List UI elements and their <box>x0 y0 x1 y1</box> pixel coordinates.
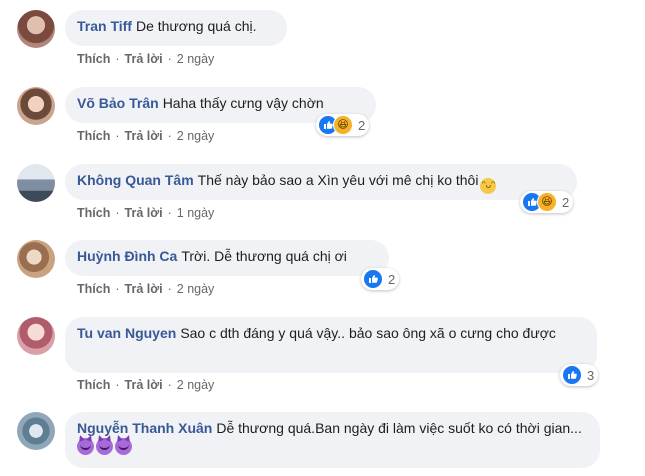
timestamp[interactable]: 2 ngày <box>177 129 215 143</box>
commenter-name[interactable]: Nguyễn Thanh Xuân <box>77 420 212 436</box>
commenter-name[interactable]: Võ Bảo Trân <box>77 95 159 111</box>
like-link[interactable]: Thích <box>77 129 110 143</box>
reaction-summary[interactable]: 2 <box>361 268 400 290</box>
avatar[interactable] <box>17 10 55 48</box>
reaction-summary[interactable]: 😆 2 <box>316 114 370 136</box>
reaction-summary[interactable]: 3 <box>560 364 599 386</box>
haha-icon: 😆 <box>333 115 353 135</box>
avatar[interactable] <box>17 164 55 202</box>
like-icon <box>562 365 582 385</box>
smiling-devil-emoji-icon <box>115 438 132 455</box>
comment-text: Thế này bảo sao a Xìn yêu với mê chị ko … <box>197 172 479 188</box>
commenter-name[interactable]: Không Quan Tâm <box>77 172 194 188</box>
comment-actions: Thích · Trả lời · 1 ngày <box>77 206 215 220</box>
like-link[interactable]: Thích <box>77 282 110 296</box>
comment-actions: Thích · Trả lời · 2 ngày <box>77 378 215 392</box>
reaction-count: 2 <box>388 271 396 287</box>
timestamp[interactable]: 1 ngày <box>177 206 215 220</box>
timestamp[interactable]: 2 ngày <box>177 52 215 66</box>
reaction-summary[interactable]: 😆 2 <box>520 191 574 213</box>
avatar[interactable] <box>17 317 55 355</box>
comment-text: Trời. Dễ thương quá chị ơi <box>181 248 347 264</box>
commenter-name[interactable]: Tu van Nguyen <box>77 325 176 341</box>
comment-bubble: Nguyễn Thanh Xuân Dễ thương quá.Ban ngày … <box>65 412 600 468</box>
avatar[interactable] <box>17 87 55 125</box>
like-link[interactable]: Thích <box>77 378 110 392</box>
comment-bubble: Không Quan Tâm Thế này bảo sao a Xìn yêu … <box>65 164 577 200</box>
avatar[interactable] <box>17 240 55 278</box>
like-link[interactable]: Thích <box>77 206 110 220</box>
timestamp[interactable]: 2 ngày <box>177 378 215 392</box>
comment-actions: Thích · Trả lời · 2 ngày <box>77 282 215 296</box>
comment-actions: Thích · Trả lời · 2 ngày <box>77 52 215 66</box>
haha-icon: 😆 <box>537 192 557 212</box>
reply-link[interactable]: Trả lời <box>125 378 163 392</box>
avatar[interactable] <box>17 412 55 450</box>
comment-bubble: Tu van Nguyen Sao c dth đáng y quá vậy.. … <box>65 317 597 373</box>
like-icon <box>363 269 383 289</box>
commenter-name[interactable]: Tran Tiff <box>77 18 132 34</box>
like-link[interactable]: Thích <box>77 52 110 66</box>
reply-link[interactable]: Trả lời <box>125 206 163 220</box>
laughing-emoji-icon: ᵔᴗᵔ <box>480 178 497 194</box>
comment-bubble: Huỳnh Đình Ca Trời. Dễ thương quá chị ơi <box>65 240 389 276</box>
reply-link[interactable]: Trả lời <box>125 129 163 143</box>
reaction-count: 2 <box>562 194 570 210</box>
comment-actions: Thích · Trả lời · 2 ngày <box>77 129 215 143</box>
comment-bubble: Tran Tiff De thương quá chị. <box>65 10 287 46</box>
reply-link[interactable]: Trả lời <box>125 52 163 66</box>
timestamp[interactable]: 2 ngày <box>177 282 215 296</box>
reply-link[interactable]: Trả lời <box>125 282 163 296</box>
smiling-devil-emoji-icon <box>96 438 113 455</box>
commenter-name[interactable]: Huỳnh Đình Ca <box>77 248 177 264</box>
comment-text: Dễ thương quá.Ban ngày đi làm việc suốt … <box>216 420 582 436</box>
reaction-count: 3 <box>587 367 595 383</box>
smiling-devil-emoji-icon <box>77 438 94 455</box>
comment-text: De thương quá chị. <box>135 18 257 34</box>
comment-text: Sao c dth đáng y quá vậy.. bảo sao ông x… <box>180 325 556 341</box>
reaction-count: 2 <box>358 117 366 133</box>
comment-text: Haha thấy cưng vậy chờn <box>162 95 324 111</box>
